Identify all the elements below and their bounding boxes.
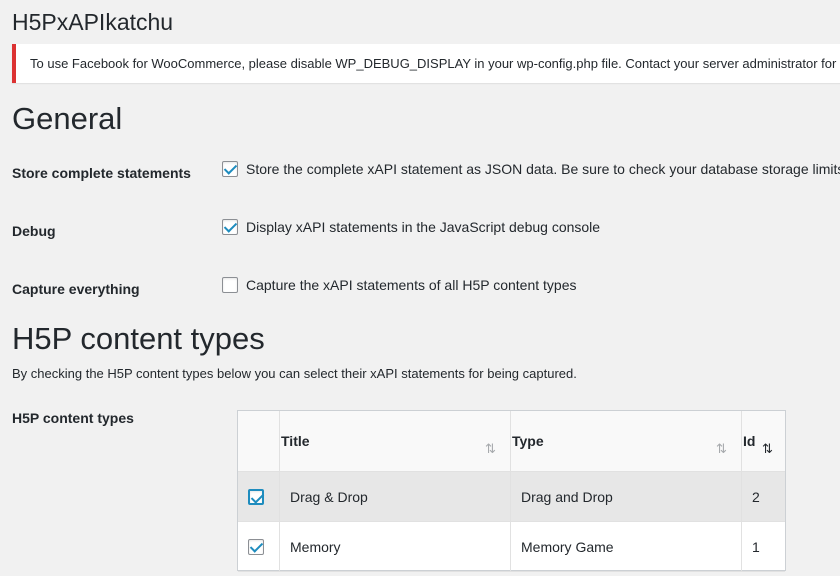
select-column-header [238,411,279,471]
row-title: Drag & Drop [290,489,368,505]
sort-icon[interactable]: ⇅ [716,441,727,457]
notice-text: To use Facebook for WooCommerce, please … [30,56,837,71]
capture-everything-option: Capture the xAPI statements of all H5P c… [222,276,576,294]
type-column-header[interactable]: Type ⇅ [510,411,741,471]
row-type: Memory Game [521,539,614,555]
capture-everything-label: Capture everything [12,281,140,297]
capture-everything-checkbox[interactable] [222,277,238,293]
title-column-header[interactable]: Title ⇅ [279,411,510,471]
store-complete-statements-option: Store the complete xAPI statement as JSO… [222,160,840,178]
row-checkbox[interactable] [248,489,264,505]
content-types-label: H5P content types [12,410,134,426]
row-type: Drag and Drop [521,489,613,505]
table-row[interactable]: Drag & Drop Drag and Drop 2 [238,472,785,522]
table-header: Title ⇅ Type ⇅ Id ⇅ [238,411,785,472]
page-title: H5PxAPIkatchu [12,9,174,35]
debug-option: Display xAPI statements in the JavaScrip… [222,218,600,236]
debug-label: Debug [12,223,56,239]
title-column-label: Title [281,433,310,449]
general-heading: General [12,101,123,136]
content-types-table: Title ⇅ Type ⇅ Id ⇅ Drag & Drop Drag and… [237,410,786,572]
store-complete-statements-label: Store complete statements [12,165,191,181]
id-column-header[interactable]: Id ⇅ [741,411,785,471]
content-types-heading: H5P content types [12,321,265,356]
sort-icon[interactable]: ⇅ [485,441,496,457]
id-column-label: Id [743,433,756,449]
row-title: Memory [290,539,341,555]
row-checkbox[interactable] [248,539,264,555]
type-column-label: Type [512,433,544,449]
store-complete-statements-description: Store the complete xAPI statement as JSO… [246,161,840,177]
debug-description: Display xAPI statements in the JavaScrip… [246,219,601,235]
store-complete-statements-checkbox[interactable] [222,161,238,177]
error-notice: To use Facebook for WooCommerce, please … [12,44,840,83]
debug-checkbox[interactable] [222,219,238,235]
table-row[interactable]: Memory Memory Game 1 [238,522,785,572]
sort-desc-icon[interactable]: ⇅ [762,441,773,457]
row-id: 2 [752,489,760,505]
row-id: 1 [752,539,760,555]
content-types-description: By checking the H5P content types below … [12,366,577,381]
capture-everything-description: Capture the xAPI statements of all H5P c… [246,277,577,293]
